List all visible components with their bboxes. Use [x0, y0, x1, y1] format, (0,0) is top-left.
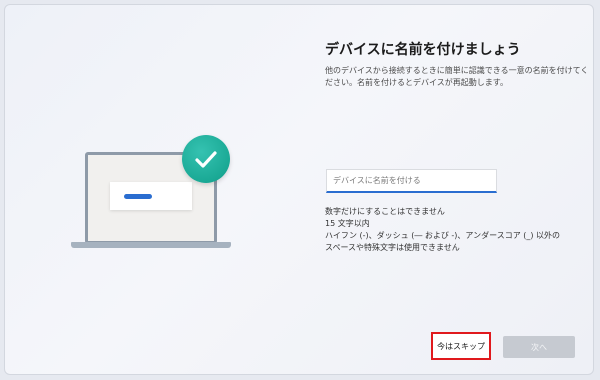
rule-text: ハイフン (-)、ダッシュ (― および -)、アンダースコア (_) 以外の — [325, 231, 561, 240]
skip-button[interactable]: 今はスキップ — [431, 332, 491, 360]
oobe-window: デバイスに名前を付けましょう 他のデバイスから接続するときに簡単に認識できる一意… — [4, 4, 594, 375]
page-description: 他のデバイスから接続するときに簡単に認識できる一意の名前を付けてください。名前を… — [325, 66, 589, 87]
device-name-input[interactable] — [326, 169, 497, 193]
rule-text: 15 文字以内 — [325, 219, 370, 228]
laptop-base — [71, 242, 231, 248]
next-button[interactable]: 次へ — [503, 336, 575, 358]
rule-text: 数字だけにすることはできません — [325, 207, 445, 216]
page-title: デバイスに名前を付けましょう — [325, 42, 521, 58]
name-rules: 数字だけにすることはできません 15 文字以内 ハイフン (-)、ダッシュ (―… — [325, 206, 593, 254]
rule-text: スペースや特殊文字は使用できません — [325, 243, 460, 252]
dialog-bar-graphic — [124, 194, 152, 199]
checkmark-icon — [182, 135, 230, 183]
